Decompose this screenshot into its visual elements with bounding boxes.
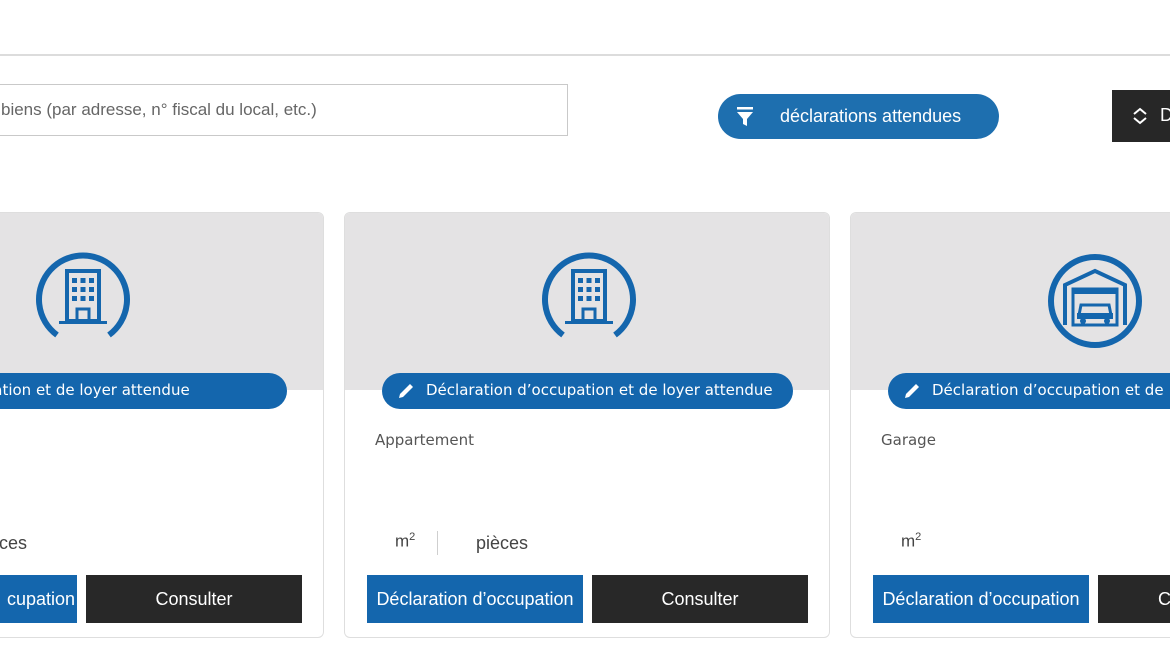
- card-header: [0, 213, 323, 390]
- area-unit: m: [901, 531, 916, 551]
- top-divider: [0, 54, 1170, 56]
- funnel-icon: [737, 107, 753, 126]
- area-exponent: 2: [915, 531, 922, 543]
- garage-icon: [1048, 254, 1142, 348]
- separator: [437, 531, 438, 555]
- rooms-label: pièces: [476, 533, 529, 553]
- sort-button[interactable]: D: [1112, 90, 1170, 142]
- badge-label: Déclaration d’occupation et de loyer att…: [426, 381, 773, 399]
- declaration-status-badge[interactable]: n d’occupation et de loyer attendue: [0, 373, 287, 409]
- declaration-status-badge[interactable]: Déclaration d’occupation et de loyer att…: [382, 373, 793, 409]
- property-type: Garage: [881, 431, 936, 449]
- filter-label: déclarations attendues: [780, 106, 962, 126]
- consult-button[interactable]: Consulter: [592, 575, 808, 623]
- search-input[interactable]: [0, 84, 568, 136]
- building-icon: [542, 252, 636, 338]
- consult-button[interactable]: C: [1098, 575, 1170, 623]
- rooms-label: ces: [0, 533, 28, 553]
- card-header: [851, 213, 1170, 390]
- pencil-icon: [399, 384, 413, 398]
- declare-occupation-button[interactable]: Déclaration d’occupation: [873, 575, 1089, 623]
- badge-label: Déclaration d’occupation et de: [932, 381, 1164, 399]
- declare-occupation-button[interactable]: cupation: [0, 575, 77, 623]
- sort-label: D: [1160, 105, 1170, 125]
- area-label: m2: [395, 531, 415, 552]
- property-type: Appartement: [375, 431, 475, 449]
- page: déclarations attendues D: [0, 0, 1170, 650]
- declaration-status-badge[interactable]: Déclaration d’occupation et de: [888, 373, 1170, 409]
- property-card: n d’occupation et de loyer attendue ces …: [0, 212, 324, 638]
- property-card: Déclaration d’occupation et de loyer att…: [344, 212, 830, 638]
- card-header: [345, 213, 829, 390]
- filter-button[interactable]: déclarations attendues: [718, 94, 999, 139]
- pencil-icon: [905, 384, 919, 398]
- building-icon: [36, 252, 130, 338]
- property-card: Déclaration d’occupation et de Garage m2…: [850, 212, 1170, 638]
- area-exponent: 2: [409, 531, 416, 543]
- consult-button[interactable]: Consulter: [86, 575, 302, 623]
- declare-occupation-button[interactable]: Déclaration d’occupation: [367, 575, 583, 623]
- area-label: m2: [901, 531, 921, 552]
- area-unit: m: [395, 531, 410, 551]
- sort-icon: [1133, 107, 1147, 125]
- badge-label: n d’occupation et de loyer attendue: [0, 381, 190, 399]
